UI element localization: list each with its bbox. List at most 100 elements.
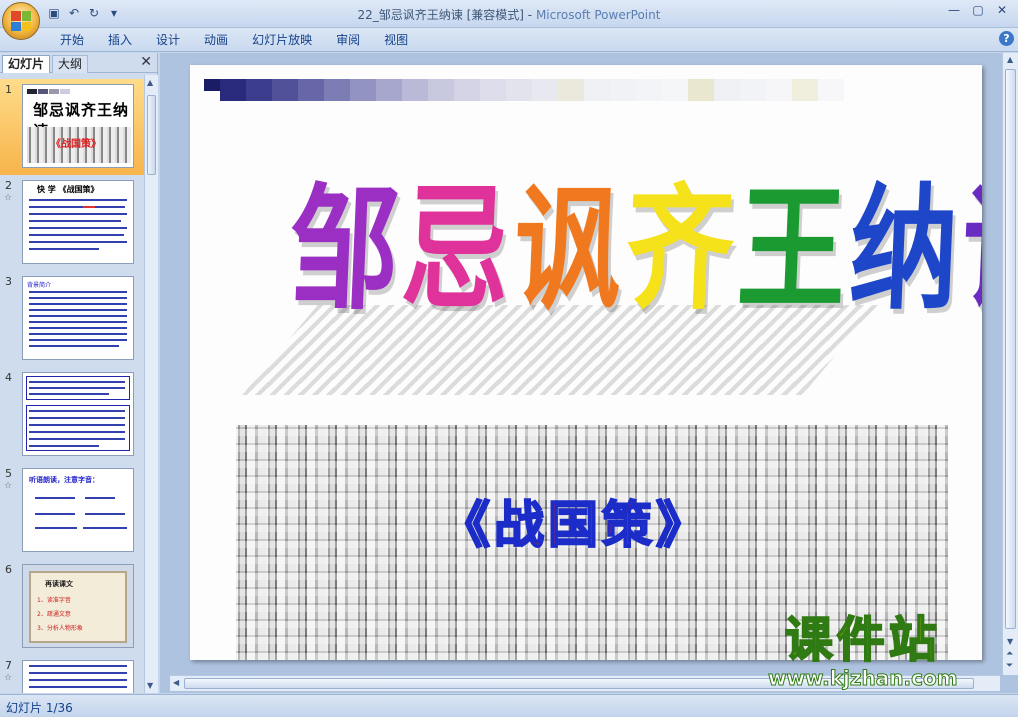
title-char-7: 谏: [958, 172, 982, 329]
slides-pane: 幻灯片 大纲 ✕ 1 邹忌讽齐王纳谏 《战国策》 2 ☆ 快 学 《战国策》: [0, 53, 158, 693]
thumb-band: [27, 89, 70, 94]
tab-slides[interactable]: 幻灯片: [2, 55, 51, 73]
thumb-title: 快 学 《战国策》: [37, 185, 99, 194]
thumb-item: 3、分析人物形象: [37, 625, 83, 632]
animation-icon: ☆: [4, 481, 13, 491]
previous-slide-icon[interactable]: ⏶: [1006, 649, 1013, 659]
thumb-line: [29, 417, 125, 419]
scroll-down-icon[interactable]: ▼: [1007, 637, 1013, 646]
maximize-icon[interactable]: ▢: [966, 1, 990, 19]
tab-outline[interactable]: 大纲: [52, 55, 89, 73]
status-bar: 幻灯片 1/36: [0, 694, 1018, 717]
thumb-line: [29, 339, 127, 341]
slide-thumbnail-4[interactable]: 4: [0, 367, 144, 463]
animation-icon: ☆: [4, 673, 13, 683]
title-char-6: 纳: [846, 172, 962, 329]
thumb-line: [29, 315, 127, 317]
kjzhan-watermark-logo: 课件站 www.kjzhan.com: [768, 612, 959, 691]
thumb-line: [29, 241, 127, 243]
thumbnail-image: 快 学 《战国策》: [22, 180, 134, 264]
slide-vertical-scrollbar[interactable]: ▲ ▼ ⏶ ⏷: [1002, 53, 1018, 675]
thumb-line: [29, 679, 127, 681]
document-title: 22_邹忌讽齐王纳谏 [兼容模式]: [357, 8, 524, 22]
thumb-line: [29, 424, 125, 426]
scroll-up-icon[interactable]: ▲: [147, 78, 153, 87]
thumb-line: [85, 513, 125, 515]
slide-thumbnail-7[interactable]: 7 ☆: [0, 655, 144, 693]
thumb-title: 听语朗读，注意字音：: [29, 476, 99, 484]
title-char-2: 忌: [398, 172, 514, 329]
slide-thumbnail-2[interactable]: 2 ☆ 快 学 《战国策》: [0, 175, 144, 271]
thumb-line: [29, 291, 127, 293]
title-separator: -: [523, 8, 536, 22]
thumb-scroll-frame: [29, 571, 127, 643]
thumbnail-image: 听语朗读，注意字音：: [22, 468, 134, 552]
title-char-5: 王: [734, 172, 850, 329]
thumb-line: [29, 234, 124, 236]
slide-count-status: 幻灯片 1/36: [6, 701, 73, 715]
office-logo-icon: [11, 11, 31, 31]
tab-view[interactable]: 视图: [372, 31, 420, 49]
slide-subtitle[interactable]: 《战国策》: [439, 485, 710, 557]
slide-thumbnail-5[interactable]: 5 ☆ 听语朗读，注意字音：: [0, 463, 144, 559]
thumbnail-image: [22, 372, 134, 456]
thumb-line: [29, 206, 125, 208]
tab-design[interactable]: 设计: [144, 31, 192, 49]
close-icon[interactable]: ✕: [990, 1, 1014, 19]
scroll-up-icon[interactable]: ▲: [1007, 55, 1013, 64]
close-pane-icon[interactable]: ✕: [140, 54, 152, 70]
thumb-item: 2、疏通文意: [37, 611, 71, 618]
thumb-title: 再读课文: [45, 580, 73, 588]
tab-insert[interactable]: 插入: [96, 31, 144, 49]
thumb-line: [29, 213, 127, 215]
color-band: [204, 79, 844, 101]
help-icon[interactable]: ?: [999, 31, 1014, 46]
thumb-line: [29, 381, 125, 383]
thumb-title: 背景简介: [27, 282, 52, 289]
tab-home[interactable]: 开始: [48, 31, 96, 49]
thumb-line: [29, 248, 99, 250]
scroll-down-icon[interactable]: ▼: [147, 681, 153, 690]
office-button[interactable]: [2, 2, 40, 40]
thumb-line: [29, 297, 127, 299]
tab-animations[interactable]: 动画: [192, 31, 240, 49]
slide-thumbnail-6[interactable]: 6 再读课文 1、读准字音 2、疏通文意 3、分析人物形象: [0, 559, 144, 655]
thumb-line: [35, 527, 77, 529]
watermark-url: www.kjzhan.com: [768, 666, 959, 691]
thumb-line: [29, 393, 109, 395]
thumb-line: [83, 527, 127, 529]
current-slide[interactable]: 邹 忌 讽 齐 王 纳 谏 《战国策》: [190, 65, 982, 660]
minimize-icon[interactable]: —: [942, 1, 966, 19]
thumb-line: [35, 497, 75, 499]
slide-thumbnail-3[interactable]: 3 背景简介: [0, 271, 144, 367]
thumbnail-list: 1 邹忌讽齐王纳谏 《战国策》 2 ☆ 快 学 《战国策》: [0, 75, 144, 693]
thumbnail-image: 背景简介: [22, 276, 134, 360]
thumb-line: [85, 497, 115, 499]
scroll-thumb[interactable]: [1005, 69, 1016, 629]
thumbnail-image: [22, 660, 134, 693]
thumb-line: [29, 345, 119, 347]
thumb-line-red: [83, 206, 95, 208]
scroll-thumb[interactable]: [147, 95, 156, 175]
thumbnails-scrollbar[interactable]: ▲ ▼: [144, 75, 158, 693]
pane-tabs: 幻灯片 大纲 ✕: [0, 53, 158, 73]
scroll-left-icon[interactable]: ◀: [173, 678, 179, 687]
slide-editor: 邹 忌 讽 齐 王 纳 谏 《战国策》 ▲ ▼ ⏶ ⏷ ◀: [160, 53, 1018, 693]
thumb-line: [29, 431, 125, 433]
tab-review[interactable]: 审阅: [324, 31, 372, 49]
title-char-1: 邹: [286, 172, 402, 329]
thumbnail-image: 邹忌讽齐王纳谏 《战国策》: [22, 84, 134, 168]
slide-number: 6: [5, 563, 12, 576]
slide-title[interactable]: 邹 忌 讽 齐 王 纳 谏: [287, 172, 982, 328]
ribbon-tabs: 开始 插入 设计 动画 幻灯片放映 审阅 视图: [48, 31, 420, 49]
thumb-line: [29, 327, 127, 329]
ribbon: 开始 插入 设计 动画 幻灯片放映 审阅 视图 ?: [0, 28, 1018, 52]
thumb-line: [29, 387, 125, 389]
slide-number: 3: [5, 275, 12, 288]
next-slide-icon[interactable]: ⏷: [1006, 661, 1013, 671]
animation-icon: ☆: [4, 193, 13, 203]
thumb-line: [29, 672, 127, 674]
slide-thumbnail-1[interactable]: 1 邹忌讽齐王纳谏 《战国策》: [0, 79, 144, 175]
tab-slideshow[interactable]: 幻灯片放映: [240, 31, 324, 49]
watermark-text: 课件站: [784, 612, 941, 668]
